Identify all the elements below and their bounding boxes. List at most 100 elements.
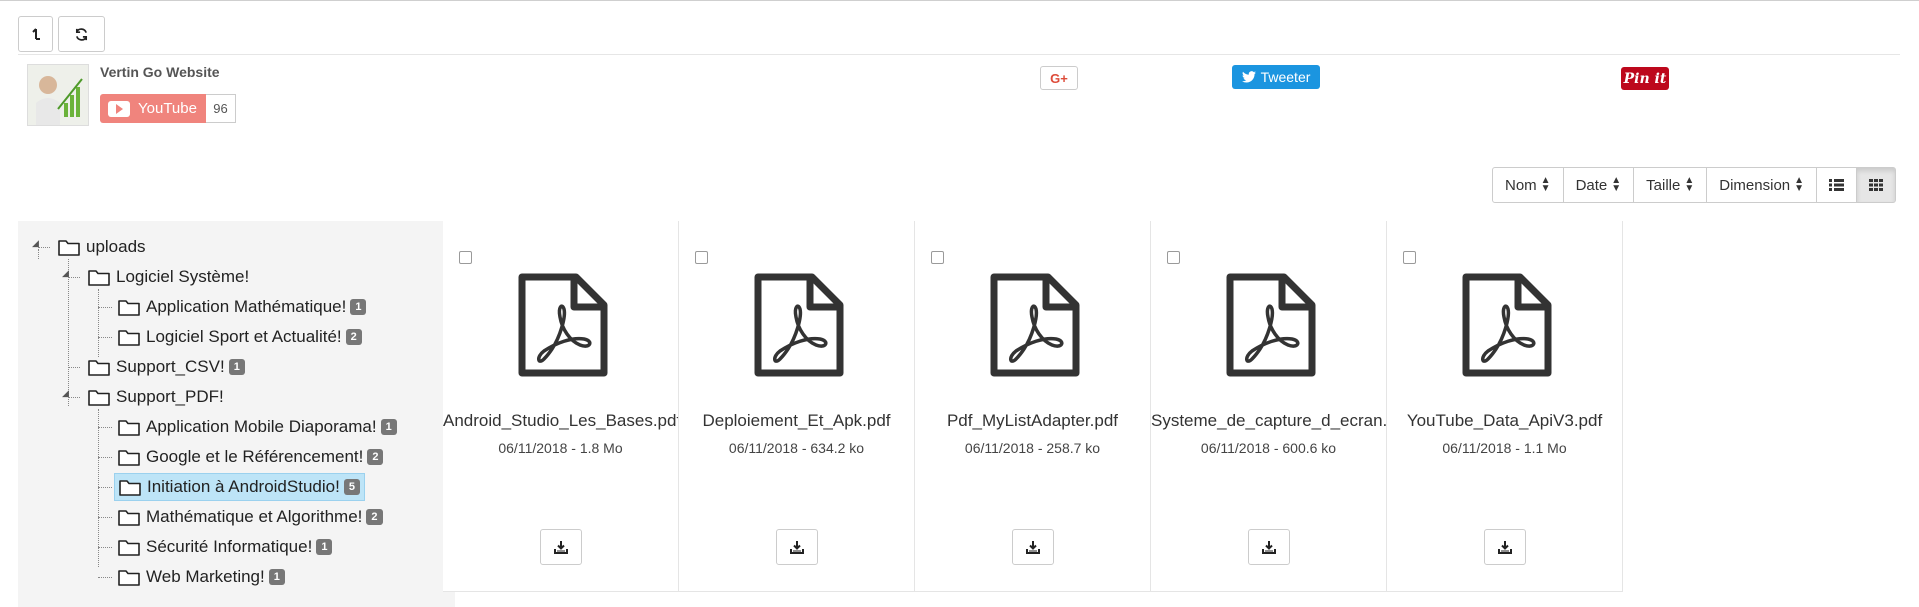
tree-node-application-mobile[interactable]: Application Mobile Diaporama! 1 xyxy=(118,413,397,441)
tree-node-web-marketing[interactable]: Web Marketing! 1 xyxy=(118,563,285,591)
folder-icon xyxy=(118,569,140,586)
download-button[interactable] xyxy=(776,529,818,565)
tree-node-label: Support_CSV! xyxy=(116,357,225,376)
file-count-badge: 2 xyxy=(345,329,362,345)
sort-by-name-button[interactable]: Nom ▲ ▼ xyxy=(1492,167,1564,203)
channel-avatar[interactable] xyxy=(27,64,89,126)
tree-node-support-pdf[interactable]: Support_PDF! xyxy=(88,383,224,411)
tree-node-label: Application Mobile Diaporama! xyxy=(146,417,377,436)
list-view-button[interactable] xyxy=(1816,167,1858,203)
file-select-checkbox[interactable] xyxy=(459,251,472,264)
sort-by-dimension-button[interactable]: Dimension ▲ ▼ xyxy=(1706,167,1818,203)
tree-node-application-mathematique[interactable]: Application Mathématique! 1 xyxy=(118,293,367,321)
file-card[interactable]: Systeme_de_capture_d_ecran.pdf 06/11/201… xyxy=(1151,221,1387,592)
file-card[interactable]: Android_Studio_Les_Bases.pdf 06/11/2018 … xyxy=(443,221,679,592)
top-border xyxy=(0,0,1919,1)
file-meta: 06/11/2018 - 600.6 ko xyxy=(1200,440,1337,456)
download-button[interactable] xyxy=(1012,529,1054,565)
file-name: Pdf_MyListAdapter.pdf xyxy=(946,411,1119,430)
list-view-icon xyxy=(1829,179,1845,191)
file-select-checkbox[interactable] xyxy=(931,251,944,264)
tree-connector xyxy=(98,427,112,428)
sort-by-size-button[interactable]: Taille ▲ ▼ xyxy=(1633,167,1708,203)
download-icon xyxy=(790,540,804,554)
download-button[interactable] xyxy=(1248,529,1290,565)
file-count-badge: 1 xyxy=(268,569,285,585)
download-button[interactable] xyxy=(1484,529,1526,565)
pinterest-button[interactable]: Pin it xyxy=(1621,67,1669,90)
tree-node-label: Application Mathématique! xyxy=(146,297,347,316)
file-name: YouTube_Data_ApiV3.pdf xyxy=(1406,411,1603,430)
grid-view-icon xyxy=(1869,179,1884,191)
youtube-label: YouTube xyxy=(138,100,197,117)
folder-icon xyxy=(88,269,110,286)
subscriber-count: 96 xyxy=(206,94,236,123)
tree-node-label: Logiciel Sport et Actualité! xyxy=(146,327,342,346)
tree-node-label: uploads xyxy=(86,237,146,256)
sort-icon: ▲ ▼ xyxy=(1684,175,1695,194)
file-meta: 06/11/2018 - 1.8 Mo xyxy=(498,440,623,456)
tree-node-securite-informatique[interactable]: Sécurité Informatique! 1 xyxy=(118,533,333,561)
tree-node-uploads[interactable]: uploads xyxy=(58,233,146,261)
tweet-button[interactable]: Tweeter xyxy=(1232,65,1320,89)
tree-connector xyxy=(98,307,112,308)
pdf-file-icon xyxy=(1458,273,1552,377)
file-select-checkbox[interactable] xyxy=(695,251,708,264)
youtube-subscribe-button[interactable]: YouTube xyxy=(100,94,206,123)
tree-node-support-csv[interactable]: Support_CSV! 1 xyxy=(88,353,245,381)
arrow-up-icon xyxy=(31,28,40,40)
file-select-checkbox[interactable] xyxy=(1167,251,1180,264)
file-meta: 06/11/2018 - 1.1 Mo xyxy=(1442,440,1567,456)
file-name: Systeme_de_capture_d_ecran.pdf xyxy=(1151,411,1386,430)
tree-connector xyxy=(38,249,39,259)
folder-icon xyxy=(118,509,140,526)
pdf-file-icon xyxy=(514,273,608,377)
tree-node-mathematique-algorithme[interactable]: Mathématique et Algorithme! 2 xyxy=(118,503,383,531)
file-card[interactable]: Pdf_MyListAdapter.pdf 06/11/2018 - 258.7… xyxy=(915,221,1151,592)
file-name: Deploiement_Et_Apk.pdf xyxy=(702,411,891,430)
collapse-toggle-icon[interactable]: ◢ xyxy=(32,238,39,249)
folder-icon xyxy=(118,299,140,316)
download-icon xyxy=(554,540,568,554)
channel-name[interactable]: Vertin Go Website xyxy=(100,64,220,80)
tree-node-label: Web Marketing! xyxy=(146,567,265,586)
sort-by-date-button[interactable]: Date ▲ ▼ xyxy=(1562,167,1635,203)
tree-connector xyxy=(68,277,80,278)
tree-connector xyxy=(98,337,112,338)
refresh-icon xyxy=(75,27,88,41)
avatar-image xyxy=(28,65,88,125)
sort-name-label: Nom xyxy=(1505,176,1537,194)
tree-node-logiciel-systeme[interactable]: Logiciel Système! xyxy=(88,263,249,291)
tree-connector xyxy=(68,397,80,398)
toolbar-separator xyxy=(18,54,1900,55)
file-card[interactable]: Deploiement_Et_Apk.pdf 06/11/2018 - 634.… xyxy=(679,221,915,592)
refresh-button[interactable] xyxy=(58,16,105,52)
pdf-file-icon xyxy=(1222,273,1316,377)
file-meta: 06/11/2018 - 634.2 ko xyxy=(728,440,865,456)
file-name: Android_Studio_Les_Bases.pdf xyxy=(443,411,678,430)
tree-node-google-referencement[interactable]: Google et le Référencement! 2 xyxy=(118,443,384,471)
google-plus-button[interactable]: G+ xyxy=(1040,66,1078,90)
tree-connector xyxy=(38,247,50,248)
file-select-checkbox[interactable] xyxy=(1403,251,1416,264)
download-button[interactable] xyxy=(540,529,582,565)
tree-connector xyxy=(98,487,112,488)
tweet-label: Tweeter xyxy=(1260,69,1311,85)
collapse-toggle-icon[interactable]: ◢ xyxy=(62,268,69,279)
tree-connector xyxy=(98,409,99,567)
tree-node-label: Mathématique et Algorithme! xyxy=(146,507,363,526)
file-count-badge: 1 xyxy=(350,299,367,315)
tree-connector xyxy=(68,367,80,368)
tree-node-initiation-androidstudio[interactable]: Initiation à AndroidStudio! 5 xyxy=(114,473,365,501)
tree-node-label: Logiciel Système! xyxy=(116,267,250,286)
youtube-icon xyxy=(108,100,130,117)
parent-folder-button[interactable] xyxy=(18,16,53,52)
grid-view-button[interactable] xyxy=(1856,167,1897,203)
tree-node-logiciel-sport[interactable]: Logiciel Sport et Actualité! 2 xyxy=(118,323,362,351)
file-card[interactable]: YouTube_Data_ApiV3.pdf 06/11/2018 - 1.1 … xyxy=(1387,221,1623,592)
file-count-badge: 5 xyxy=(343,479,360,495)
folder-icon xyxy=(118,329,140,346)
sort-icon: ▲ ▼ xyxy=(1540,175,1551,194)
pdf-file-icon xyxy=(986,273,1080,377)
collapse-toggle-icon[interactable]: ◢ xyxy=(62,388,69,399)
